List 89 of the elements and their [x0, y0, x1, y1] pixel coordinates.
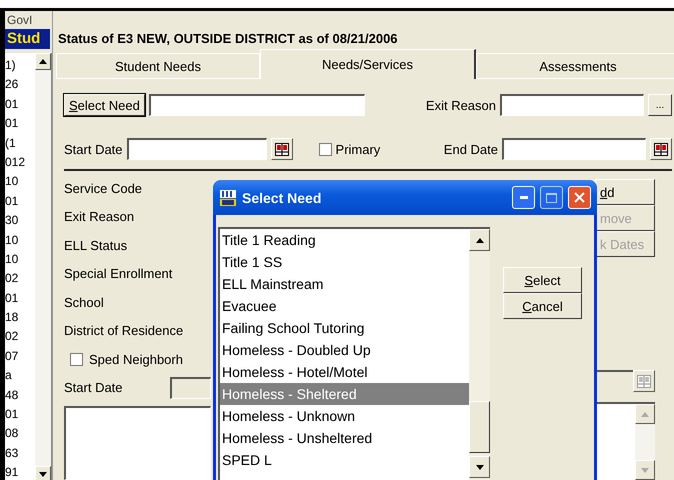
- column-header: GovI: [6, 12, 34, 29]
- list-item[interactable]: Homeless - Hotel/Motel: [220, 361, 469, 383]
- field-label: Start Date: [64, 142, 123, 156]
- scrollbar[interactable]: [469, 229, 490, 480]
- close-icon: [574, 192, 585, 203]
- list-item[interactable]: Homeless - Sheltered: [220, 383, 469, 405]
- field-label: District of Residence: [64, 323, 184, 338]
- list-item[interactable]: 01: [5, 114, 35, 134]
- up-arrow-icon: [39, 59, 47, 64]
- start-date-field[interactable]: [170, 376, 211, 399]
- list-item[interactable]: (1: [5, 134, 35, 153]
- list-item[interactable]: 02: [5, 327, 35, 347]
- tab[interactable]: Student Needs: [56, 53, 260, 79]
- field-label: Service Code: [64, 180, 142, 196]
- checkbox[interactable]: [70, 352, 83, 366]
- list-item[interactable]: 10: [5, 250, 35, 270]
- list-item[interactable]: 10: [5, 172, 35, 192]
- checkbox[interactable]: [318, 142, 332, 156]
- checkbox-label: Sped Neighborh: [89, 352, 183, 367]
- calendar-button[interactable]: [650, 138, 672, 160]
- down-arrow-icon: [476, 464, 484, 470]
- start-date-field[interactable]: [126, 138, 267, 160]
- dialog-button[interactable]: Select: [503, 267, 582, 293]
- need-list[interactable]: Title 1 Reading Title 1 SS ELL Mainstream Evacuee Failing School Tutoring Homeless - Doubled Up Homeless - Hotel/Motel Homeless - Sheltered Homeless - Unknown Homeless - Unsheltered SPED L: [218, 227, 490, 480]
- checkbox-label: Primary: [336, 142, 380, 156]
- calendar-icon: [274, 142, 289, 156]
- list-item[interactable]: 63: [5, 444, 35, 464]
- down-arrow-icon: [641, 468, 649, 472]
- field-label: School: [64, 294, 104, 310]
- need-field[interactable]: [148, 94, 365, 116]
- browse-button[interactable]: ...: [648, 94, 672, 116]
- list-item[interactable]: 08: [5, 424, 35, 444]
- calendar-button[interactable]: [270, 138, 293, 160]
- minimize-button[interactable]: [512, 186, 535, 209]
- list-item[interactable]: 30: [5, 211, 35, 231]
- field-label: Special Enrollment: [64, 266, 172, 282]
- list-item[interactable]: 91: [5, 463, 35, 480]
- list-item[interactable]: SPED L: [220, 449, 469, 471]
- status-title: Status of E3 NEW, OUTSIDE DISTRICT as of 08/21/2006: [57, 30, 399, 48]
- end-date-field[interactable]: [502, 138, 646, 160]
- list-item[interactable]: 1): [5, 56, 35, 76]
- list-item[interactable]: 01: [5, 192, 35, 212]
- side-button[interactable]: dd: [595, 179, 655, 205]
- list-item[interactable]: Failing School Tutoring: [220, 317, 469, 339]
- list-item[interactable]: 01: [5, 94, 35, 114]
- calendar-icon: [654, 142, 668, 156]
- calendar-button[interactable]: [633, 370, 655, 392]
- list-item[interactable]: 18: [5, 308, 35, 328]
- dialog-button[interactable]: Cancel: [503, 293, 582, 319]
- maximize-button[interactable]: [540, 186, 563, 209]
- list-item[interactable]: 07: [5, 346, 35, 366]
- close-button[interactable]: [568, 186, 591, 209]
- list-item[interactable]: Homeless - Unsheltered: [220, 427, 469, 449]
- field-label: Exit Reason: [426, 98, 496, 112]
- list-item[interactable]: Evacuee: [220, 295, 469, 317]
- list-item[interactable]: Title 1 Reading: [220, 229, 469, 251]
- panel-title: Stud: [5, 29, 50, 49]
- dialog-title: Select Need: [242, 190, 322, 206]
- notes-area[interactable]: [64, 406, 211, 480]
- up-arrow-icon: [641, 412, 649, 416]
- list-item[interactable]: 01: [5, 405, 35, 424]
- field-label: Start Date: [64, 380, 124, 396]
- exit-reason-field[interactable]: [500, 94, 644, 116]
- list-item[interactable]: 10: [5, 230, 35, 250]
- scrollbar[interactable]: [35, 53, 52, 480]
- list-item[interactable]: ELL Mainstream: [220, 273, 469, 295]
- list-item[interactable]: 02: [5, 269, 35, 289]
- list-item[interactable]: Homeless - Unknown: [220, 405, 469, 427]
- list-item[interactable]: a: [5, 366, 35, 386]
- tab[interactable]: Needs/Services: [260, 49, 476, 79]
- list-item[interactable]: Homeless - Doubled Up: [220, 339, 469, 361]
- tab[interactable]: Assessments: [476, 53, 674, 79]
- list-item[interactable]: 012: [5, 152, 35, 172]
- select-need-button[interactable]: Select Need: [64, 94, 145, 116]
- down-arrow-icon: [39, 472, 47, 477]
- list-item[interactable]: 01: [5, 288, 35, 308]
- field-label: Exit Reason: [64, 209, 134, 224]
- notes-area[interactable]: [595, 402, 655, 480]
- scroll-thumb[interactable]: [469, 401, 490, 453]
- field-label: End Date: [444, 142, 498, 156]
- list-item[interactable]: Title 1 SS: [220, 251, 469, 273]
- list-item[interactable]: 48: [5, 386, 35, 406]
- list-item[interactable]: 26: [5, 75, 35, 95]
- minimize-icon: [520, 196, 528, 199]
- field-label: ELL Status: [64, 238, 128, 253]
- up-arrow-icon: [476, 238, 484, 242]
- calendar-icon: [637, 374, 651, 388]
- maximize-icon: [546, 192, 557, 202]
- app-icon: [219, 188, 237, 206]
